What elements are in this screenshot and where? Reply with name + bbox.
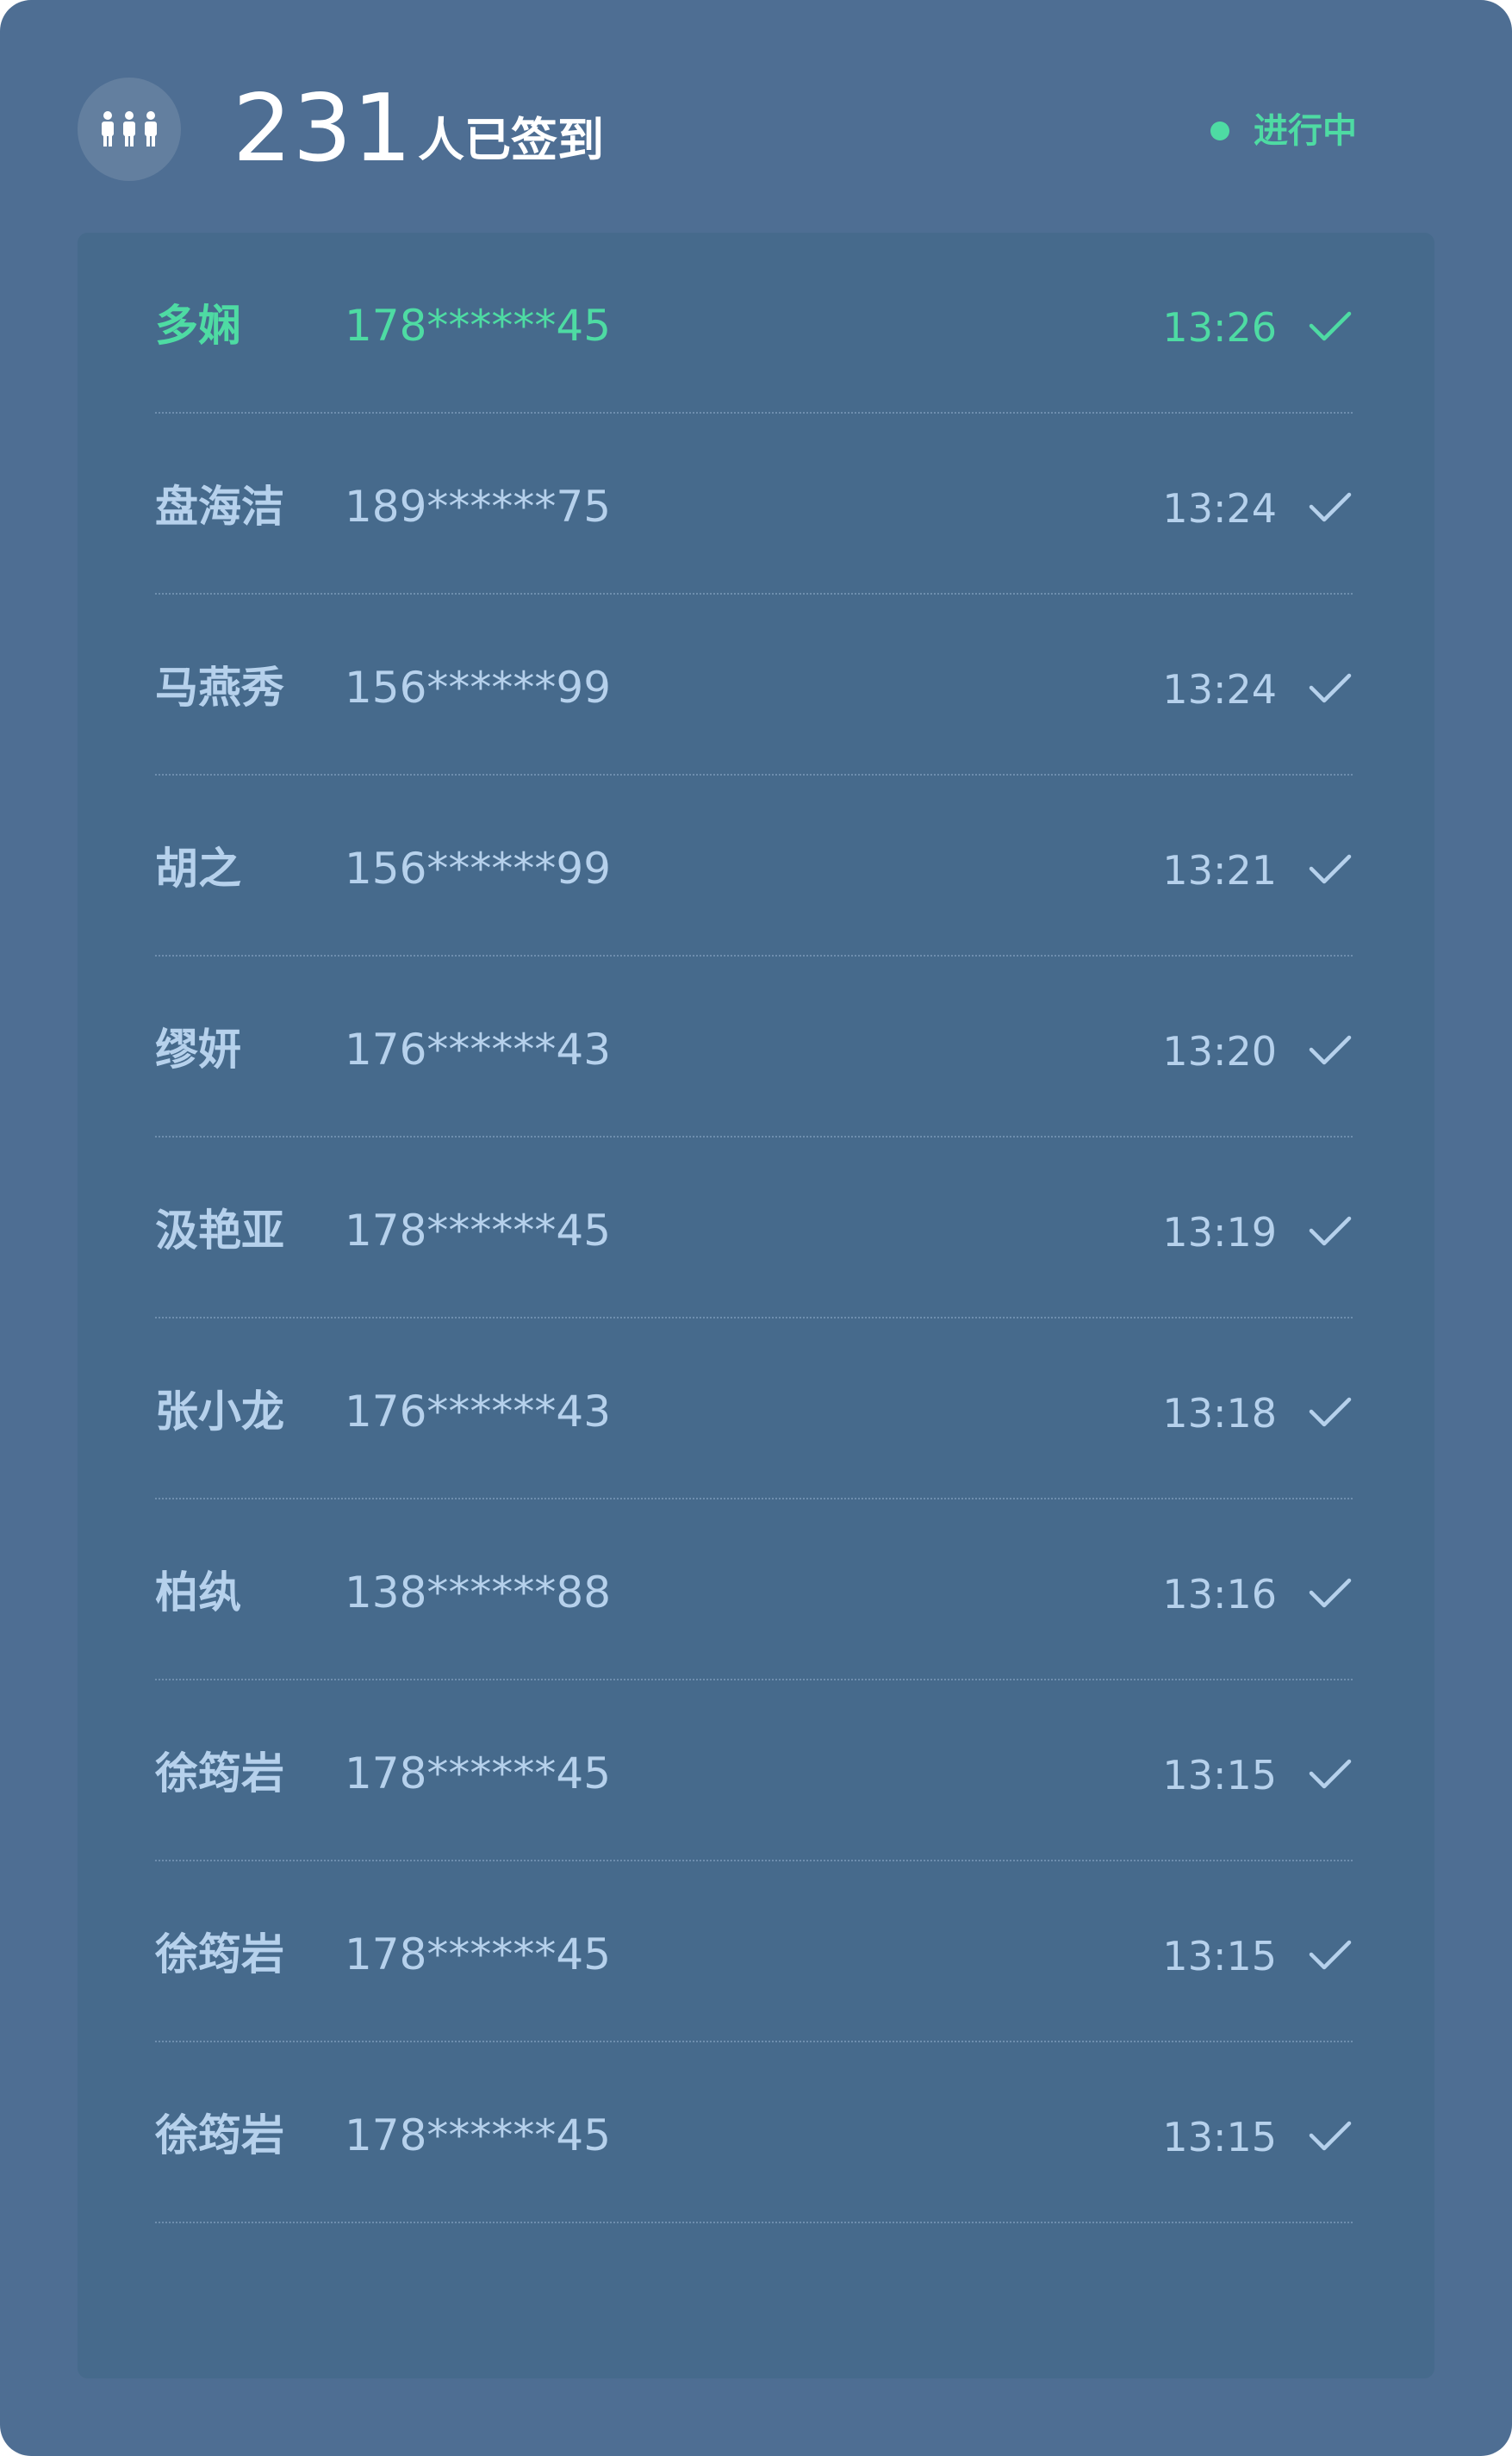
checkin-time: 13:21 — [1162, 847, 1277, 894]
checkin-time: 13:16 — [1162, 1571, 1277, 1618]
attendee-phone: 138******88 — [345, 1568, 612, 1618]
list-item[interactable]: 张小龙 176******43 13:18 — [155, 1318, 1353, 1499]
attendee-name: 缪妍 — [155, 1025, 241, 1075]
list-item[interactable]: 徐筠岩 178******45 13:15 — [155, 2042, 1353, 2223]
attendee-phone: 156******99 — [345, 844, 612, 894]
status-indicator: 进行中 — [1210, 109, 1357, 153]
checkmark-icon — [1309, 854, 1352, 884]
header: 231 人已签到 进行中 — [0, 0, 1512, 233]
checkmark-icon — [1309, 1035, 1352, 1065]
attendee-phone: 176******43 — [345, 1025, 612, 1075]
people-group-icon — [78, 78, 181, 181]
checkin-time: 13:26 — [1162, 304, 1277, 351]
attendee-name: 多娴 — [155, 301, 241, 351]
checkin-time: 13:15 — [1162, 1752, 1277, 1798]
list-item[interactable]: 徐筠岩 178******45 13:15 — [155, 1861, 1353, 2042]
attendee-phone: 178******45 — [345, 301, 612, 351]
checkin-card: 231 人已签到 进行中 多娴 178******45 13:26 盘海洁 189***… — [0, 0, 1512, 2456]
list-item[interactable]: 盘海洁 189******75 13:24 — [155, 414, 1353, 595]
list-item[interactable]: 汲艳亚 178******45 13:19 — [155, 1138, 1353, 1318]
checkmark-icon — [1309, 1397, 1352, 1427]
checkin-time: 13:15 — [1162, 1933, 1277, 1979]
list-item[interactable]: 徐筠岩 178******45 13:15 — [155, 1680, 1353, 1861]
attendee-name: 徐筠岩 — [155, 1748, 284, 1798]
checkin-count: 231 — [233, 75, 414, 183]
attendee-phone: 189******75 — [345, 482, 612, 532]
attendee-phone: 178******45 — [345, 2110, 612, 2160]
list-item[interactable]: 多娴 178******45 13:26 — [155, 233, 1353, 414]
attendee-phone: 176******43 — [345, 1387, 612, 1437]
checkmark-icon — [1309, 2121, 1352, 2151]
attendee-phone: 178******45 — [345, 1206, 612, 1256]
checkin-time: 13:24 — [1162, 666, 1277, 713]
list-item[interactable]: 胡之 156******99 13:21 — [155, 776, 1353, 957]
attendee-name: 胡之 — [155, 844, 241, 894]
checkmark-icon — [1309, 1940, 1352, 1970]
attendee-name: 盘海洁 — [155, 482, 284, 532]
attendee-phone: 178******45 — [345, 1929, 612, 1979]
attendee-phone: 156******99 — [345, 663, 612, 713]
checkin-time: 13:24 — [1162, 485, 1277, 532]
attendee-name: 张小龙 — [155, 1387, 284, 1437]
list-item[interactable]: 马燕秀 156******99 13:24 — [155, 595, 1353, 776]
checkin-time: 13:18 — [1162, 1390, 1277, 1437]
checkmark-icon — [1309, 311, 1352, 341]
checkmark-icon — [1309, 1578, 1352, 1608]
checkin-time: 13:15 — [1162, 2114, 1277, 2160]
checkmark-icon — [1309, 492, 1352, 522]
attendee-name: 马燕秀 — [155, 663, 284, 713]
checkmark-icon — [1309, 1759, 1352, 1789]
attendee-name: 徐筠岩 — [155, 2110, 284, 2160]
checkin-time: 13:20 — [1162, 1028, 1277, 1075]
checkin-list: 多娴 178******45 13:26 盘海洁 189******75 13:24 马燕秀… — [78, 233, 1434, 2378]
list-item[interactable]: 缪妍 176******43 13:20 — [155, 957, 1353, 1138]
list-item[interactable]: 柏纨 138******88 13:16 — [155, 1499, 1353, 1680]
attendee-phone: 178******45 — [345, 1748, 612, 1798]
checkmark-icon — [1309, 1216, 1352, 1246]
status-dot-icon — [1210, 122, 1229, 140]
attendee-name: 汲艳亚 — [155, 1206, 284, 1256]
attendee-name: 柏纨 — [155, 1568, 241, 1618]
checkin-count-label: 人已签到 — [418, 113, 604, 167]
attendee-name: 徐筠岩 — [155, 1929, 284, 1979]
checkin-time: 13:19 — [1162, 1209, 1277, 1256]
status-text: 进行中 — [1254, 111, 1357, 151]
people-group-glyph — [102, 111, 157, 146]
checkmark-icon — [1309, 673, 1352, 703]
